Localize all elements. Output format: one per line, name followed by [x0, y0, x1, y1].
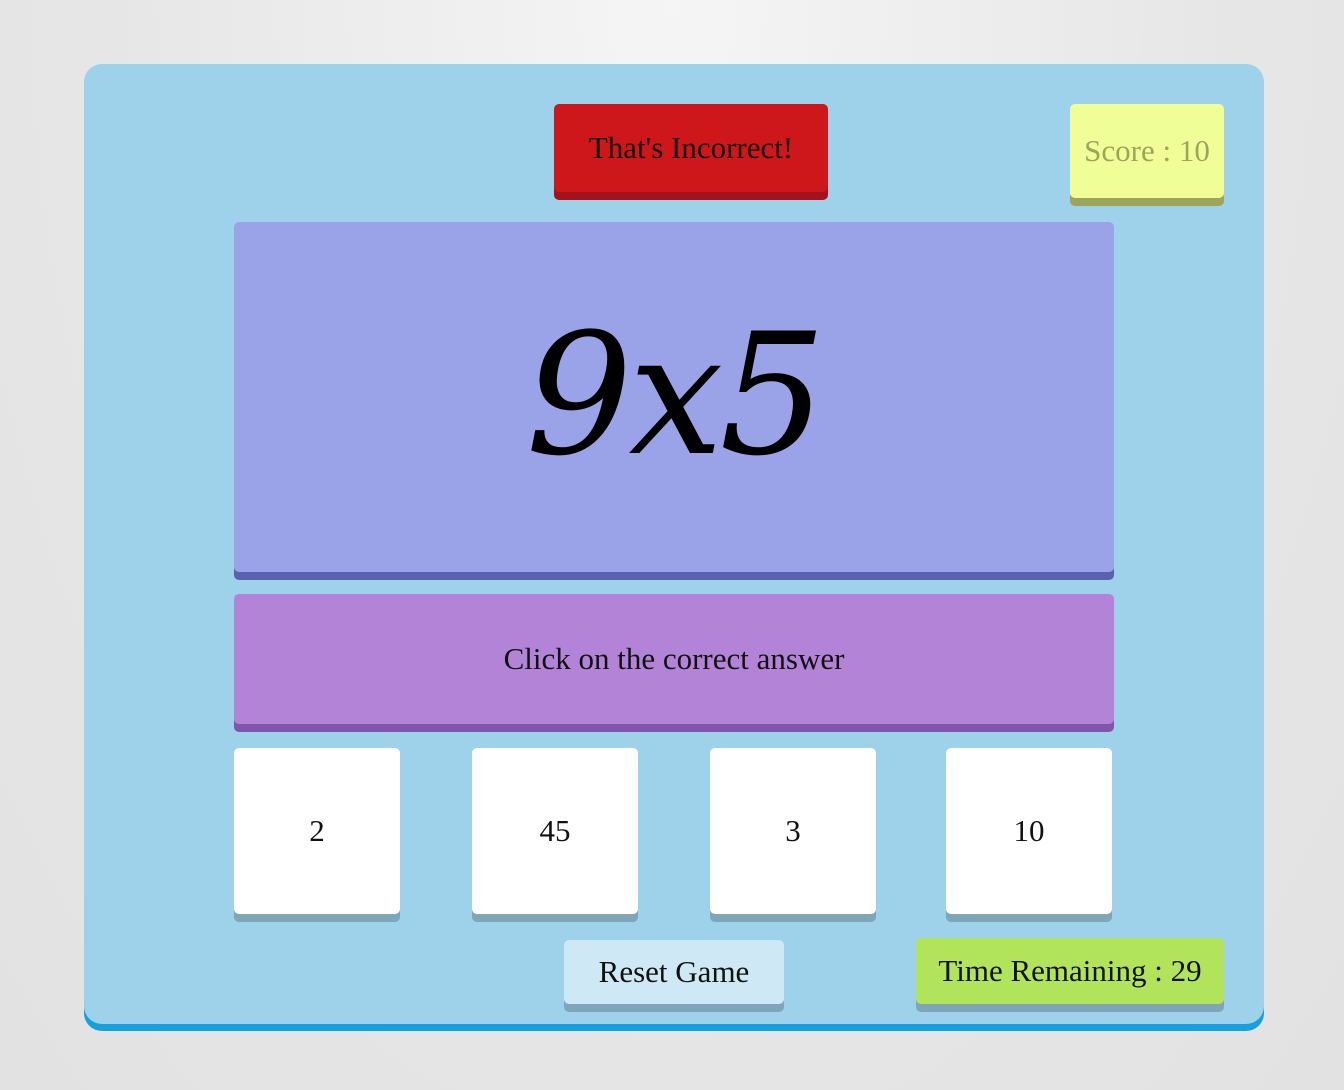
answer-choice-3[interactable]: 3: [710, 748, 876, 914]
instruction-text: Click on the correct answer: [503, 641, 845, 676]
answer-choice-label: 3: [785, 813, 801, 848]
score-text: Score : 10: [1084, 133, 1210, 168]
feedback-text: That's Incorrect!: [588, 130, 794, 165]
answer-choice-label: 10: [1013, 813, 1045, 848]
score-box: Score : 10: [1070, 104, 1224, 198]
game-container: That's Incorrect! Score : 10 9x5 Click o…: [84, 64, 1264, 1024]
answer-choice-label: 2: [309, 813, 325, 848]
question-box: 9x5: [234, 222, 1114, 572]
answer-choice-1[interactable]: 2: [234, 748, 400, 914]
reset-game-button[interactable]: Reset Game: [564, 940, 784, 1004]
instruction-box: Click on the correct answer: [234, 594, 1114, 724]
answer-choice-4[interactable]: 10: [946, 748, 1112, 914]
answer-choice-label: 45: [539, 813, 571, 848]
question-text: 9x5: [525, 297, 827, 493]
feedback-banner: That's Incorrect!: [554, 104, 828, 192]
time-remaining-box: Time Remaining : 29: [916, 938, 1224, 1004]
reset-game-label: Reset Game: [598, 954, 750, 989]
time-remaining-text: Time Remaining : 29: [938, 953, 1202, 988]
answer-choice-2[interactable]: 45: [472, 748, 638, 914]
